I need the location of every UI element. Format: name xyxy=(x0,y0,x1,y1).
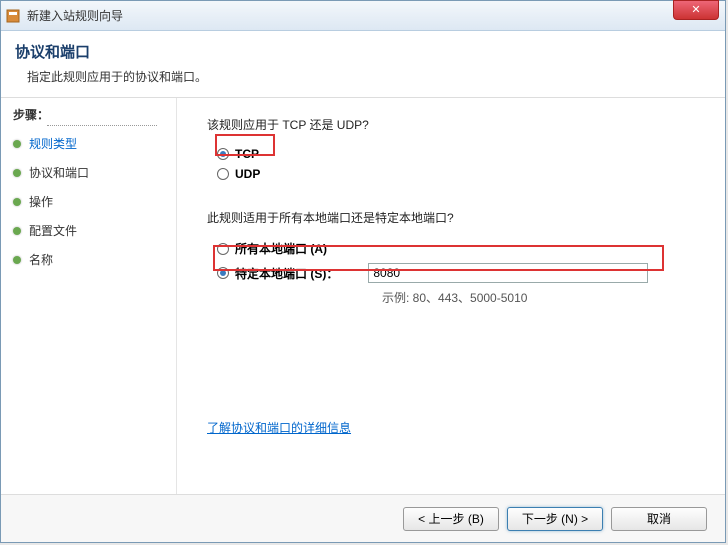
ports-input[interactable] xyxy=(368,263,648,283)
window-title: 新建入站规则向导 xyxy=(27,7,721,24)
radio-specific-ports[interactable] xyxy=(217,267,229,279)
body-area: 步骤： 规则类型 协议和端口 操作 配置文件 名称 该规 xyxy=(1,98,725,494)
steps-heading: 步骤： xyxy=(13,106,176,123)
bullet-icon xyxy=(13,256,21,264)
page-title: 协议和端口 xyxy=(15,41,711,62)
radio-all-ports[interactable] xyxy=(217,243,229,255)
radio-udp[interactable] xyxy=(217,168,229,180)
radio-udp-label: UDP xyxy=(235,167,260,181)
back-button[interactable]: < 上一步 (B) xyxy=(403,507,499,531)
step-protocol-port[interactable]: 协议和端口 xyxy=(13,164,176,181)
help-link[interactable]: 了解协议和端口的详细信息 xyxy=(207,419,351,436)
step-label: 操作 xyxy=(29,193,53,210)
ports-section: 此规则适用于所有本地端口还是特定本地端口? 所有本地端口 (A) 特定本地端口 … xyxy=(207,209,703,306)
radio-udp-row[interactable]: UDP xyxy=(217,167,703,181)
bullet-icon xyxy=(13,227,21,235)
wizard-window: 新建入站规则向导 ✕ 协议和端口 指定此规则应用于的协议和端口。 步骤： 规则类… xyxy=(0,0,726,543)
watermark-text: 系统之家 xyxy=(645,426,717,452)
radio-tcp-row[interactable]: TCP xyxy=(217,147,703,161)
radio-specific-ports-label: 特定本地端口 (S)： xyxy=(235,265,338,282)
step-rule-type[interactable]: 规则类型 xyxy=(13,135,176,152)
step-label: 规则类型 xyxy=(29,135,77,152)
watermark: 系统之家 xyxy=(607,424,717,454)
cancel-button[interactable]: 取消 xyxy=(611,507,707,531)
step-label: 配置文件 xyxy=(29,222,77,239)
content-area: 该规则应用于 TCP 还是 UDP? TCP UDP 此规则适用于所有本地端口还… xyxy=(177,98,725,494)
button-bar: < 上一步 (B) 下一步 (N) > 取消 xyxy=(1,494,725,542)
step-label: 协议和端口 xyxy=(29,164,89,181)
radio-all-ports-label: 所有本地端口 (A) xyxy=(235,240,327,257)
radio-all-ports-row[interactable]: 所有本地端口 (A) xyxy=(217,240,703,257)
header-area: 协议和端口 指定此规则应用于的协议和端口。 xyxy=(1,31,725,98)
app-icon xyxy=(5,8,21,24)
radio-specific-ports-row[interactable]: 特定本地端口 (S)： xyxy=(217,263,703,283)
sidebar: 步骤： 规则类型 协议和端口 操作 配置文件 名称 xyxy=(1,98,177,494)
step-action[interactable]: 操作 xyxy=(13,193,176,210)
protocol-question: 该规则应用于 TCP 还是 UDP? xyxy=(207,116,703,133)
radio-tcp[interactable] xyxy=(217,148,229,160)
close-button[interactable]: ✕ xyxy=(673,0,719,20)
ports-question: 此规则适用于所有本地端口还是特定本地端口? xyxy=(207,209,703,226)
step-profile[interactable]: 配置文件 xyxy=(13,222,176,239)
next-button[interactable]: 下一步 (N) > xyxy=(507,507,603,531)
example-text: 示例: 80、443、5000-5010 xyxy=(382,289,703,306)
bullet-icon xyxy=(13,169,21,177)
step-name[interactable]: 名称 xyxy=(13,251,176,268)
radio-tcp-label: TCP xyxy=(235,147,259,161)
bullet-icon xyxy=(13,198,21,206)
step-label: 名称 xyxy=(29,251,53,268)
titlebar: 新建入站规则向导 ✕ xyxy=(1,1,725,31)
watermark-sub: www.xitongzhijia.com xyxy=(631,456,717,466)
bullet-icon xyxy=(13,140,21,148)
page-subtitle: 指定此规则应用于的协议和端口。 xyxy=(27,68,711,85)
